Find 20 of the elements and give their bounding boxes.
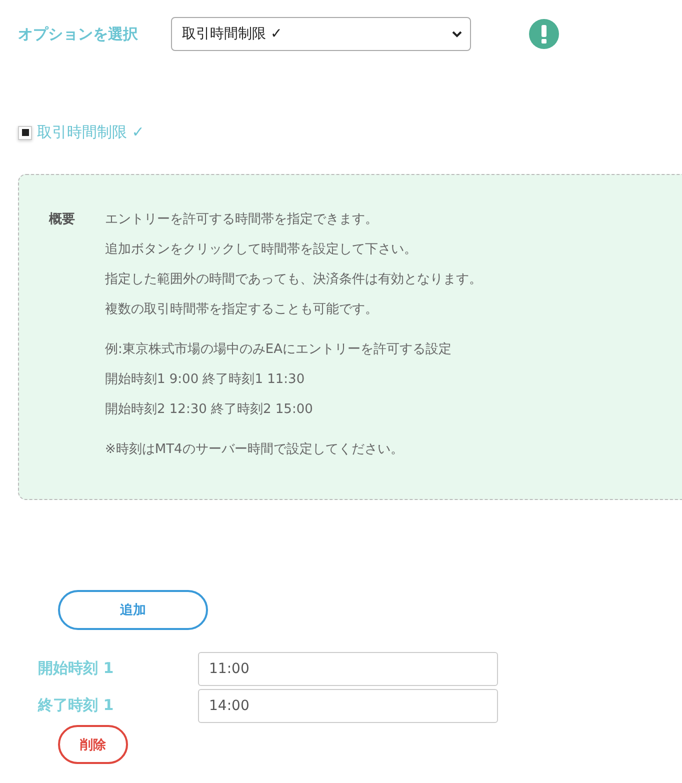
overview-text: 追加ボタンをクリックして時間帯を設定して下さい。 (105, 241, 418, 259)
overview-text: 例:東京株式市場の場中のみEAにエントリーを許可する設定 (105, 341, 452, 359)
checkbox-label: 取引時間制限 ✓ (37, 123, 144, 142)
overview-text: ※時刻はMT4のサーバー時間で設定してください。 (105, 441, 404, 459)
option-label: オプションを選択 (18, 24, 139, 44)
overview-text: エントリーを許可する時間帯を指定できます。 (105, 211, 379, 229)
exclamation-icon (529, 19, 559, 49)
start-time-label: 開始時刻 1 (38, 659, 115, 678)
end-time-field[interactable]: 14:00 (198, 688, 498, 722)
end-time-label: 終了時刻 1 (38, 696, 115, 715)
overview-heading: 概要 (49, 211, 76, 229)
chevron-down-icon (452, 30, 462, 38)
start-time-field[interactable]: 11:00 (198, 652, 498, 686)
checkbox[interactable] (18, 126, 32, 140)
delete-button[interactable]: 削除 (58, 725, 128, 764)
overview-text: 開始時刻2 12:30 終了時刻2 15:00 (105, 401, 314, 419)
overview-text: 指定した範囲外の時間であっても、決済条件は有効となります。 (105, 271, 482, 289)
overview-text: 複数の取引時間帯を指定することも可能です。 (105, 301, 379, 319)
overview-text: 開始時刻1 9:00 終了時刻1 11:30 (105, 371, 306, 389)
option-select[interactable]: 取引時間制限 ✓ (171, 17, 471, 51)
